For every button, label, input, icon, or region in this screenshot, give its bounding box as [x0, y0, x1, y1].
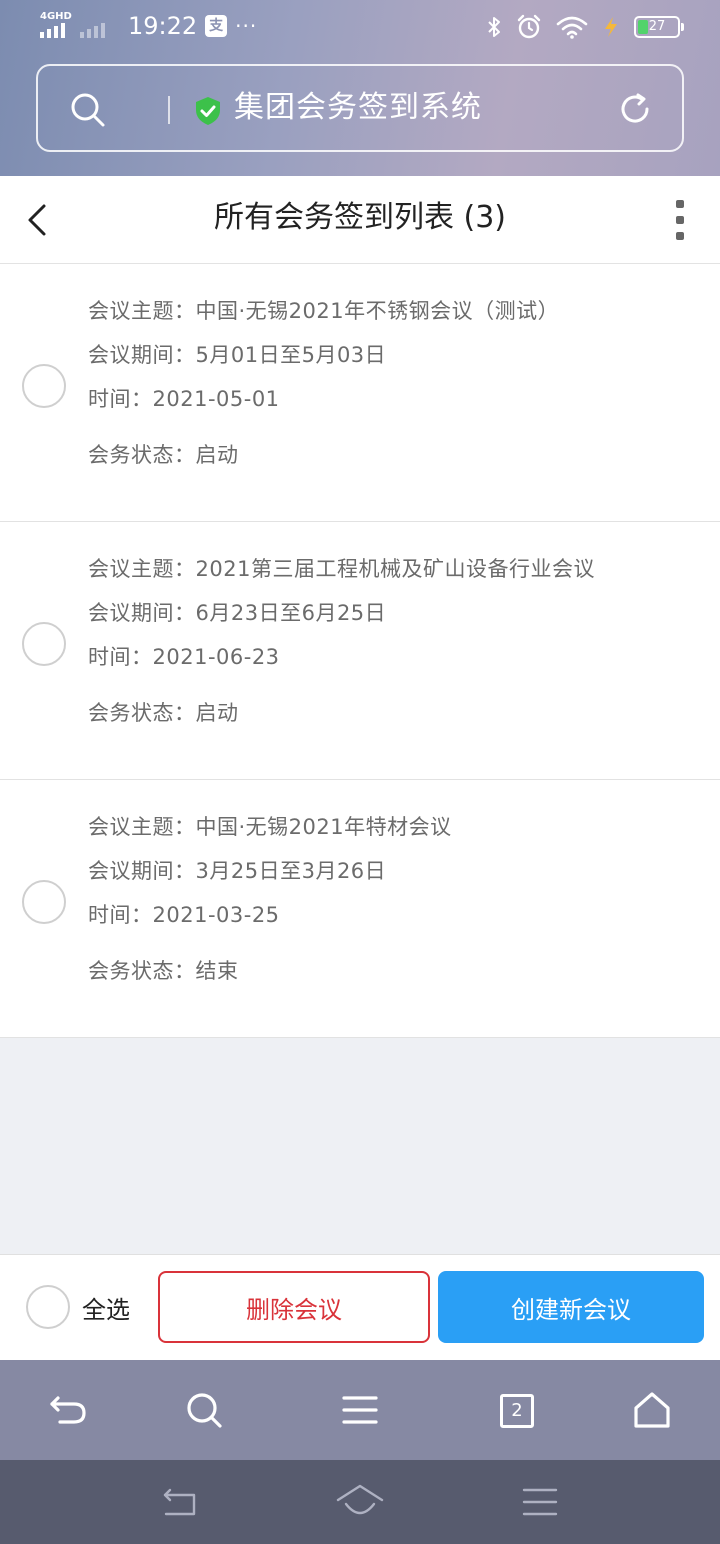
bluetooth-icon: [488, 17, 500, 37]
charging-icon: [605, 17, 617, 37]
system-home-icon[interactable]: [336, 1482, 384, 1522]
page-title: 所有会务签到列表 (3): [213, 200, 507, 235]
meeting-period: 会议期间：6月23日至6月25日: [88, 601, 387, 625]
secure-shield-icon: [196, 97, 220, 125]
status-right: 27: [486, 14, 684, 40]
browser-home-icon[interactable]: [630, 1388, 674, 1432]
select-all[interactable]: 全选: [26, 1285, 130, 1329]
browser-back-icon[interactable]: [46, 1388, 90, 1432]
search-icon[interactable]: [70, 92, 106, 128]
status-time: 19:22: [128, 12, 198, 40]
meeting-select-radio[interactable]: [22, 364, 66, 408]
system-nav-bar: [0, 1460, 720, 1544]
more-notifications-icon: ···: [235, 14, 258, 38]
battery-icon: 27: [634, 16, 684, 38]
meeting-time: 时间：2021-03-25: [88, 903, 280, 927]
meeting-period: 会议期间：5月01日至5月03日: [88, 343, 387, 367]
system-back-icon[interactable]: [160, 1482, 200, 1522]
signal-secondary-icon: [80, 12, 112, 40]
browser-top-area: 4GHD 19:22 支 ··· 27 集团会务签到系统: [0, 0, 720, 176]
browser-menu-icon[interactable]: [338, 1388, 382, 1432]
browser-toolbar: 2: [0, 1360, 720, 1460]
meeting-status: 会务状态：结束: [88, 959, 239, 983]
address-divider: [168, 96, 170, 124]
wifi-icon: [556, 16, 588, 39]
meeting-topic: 会议主题：中国·无锡2021年不锈钢会议（测试）: [88, 299, 560, 323]
meeting-item[interactable]: 会议主题：中国·无锡2021年特材会议 会议期间：3月25日至3月26日 时间：…: [0, 780, 720, 1038]
meeting-topic: 会议主题：中国·无锡2021年特材会议: [88, 815, 452, 839]
page-header: 所有会务签到列表 (3): [0, 176, 720, 264]
meeting-list: 会议主题：中国·无锡2021年不锈钢会议（测试） 会议期间：5月01日至5月03…: [0, 264, 720, 1038]
meeting-topic: 会议主题：2021第三届工程机械及矿山设备行业会议: [88, 557, 595, 581]
more-menu-button[interactable]: [674, 200, 686, 240]
action-bar: 全选 删除会议 创建新会议: [0, 1254, 720, 1360]
status-bar: 4GHD 19:22 支 ··· 27: [0, 0, 720, 56]
tab-count-button[interactable]: 2: [500, 1394, 534, 1428]
select-all-label[interactable]: 全选: [82, 1290, 130, 1325]
alipay-notification-icon: 支: [205, 15, 228, 37]
delete-meeting-button[interactable]: 删除会议: [158, 1271, 430, 1343]
meeting-item[interactable]: 会议主题：2021第三届工程机械及矿山设备行业会议 会议期间：6月23日至6月2…: [0, 522, 720, 780]
browser-search-icon[interactable]: [182, 1388, 226, 1432]
alarm-icon: [517, 14, 541, 39]
system-recents-icon[interactable]: [520, 1482, 560, 1522]
battery-level: 27: [648, 19, 666, 34]
select-all-radio[interactable]: [26, 1285, 70, 1329]
meeting-period: 会议期间：3月25日至3月26日: [88, 859, 387, 883]
meeting-time: 时间：2021-06-23: [88, 645, 280, 669]
address-bar[interactable]: 集团会务签到系统: [36, 64, 684, 152]
signal-4g-icon: 4GHD: [40, 12, 72, 40]
meeting-status: 会务状态：启动: [88, 443, 239, 467]
meeting-select-radio[interactable]: [22, 622, 66, 666]
meeting-time: 时间：2021-05-01: [88, 387, 280, 411]
status-left: 4GHD 19:22 支 ···: [40, 12, 257, 40]
refresh-icon[interactable]: [616, 90, 654, 128]
meeting-status: 会务状态：启动: [88, 701, 239, 725]
meeting-select-radio[interactable]: [22, 880, 66, 924]
site-title[interactable]: 集团会务签到系统: [234, 88, 482, 128]
meeting-item[interactable]: 会议主题：中国·无锡2021年不锈钢会议（测试） 会议期间：5月01日至5月03…: [0, 264, 720, 522]
create-meeting-button[interactable]: 创建新会议: [438, 1271, 704, 1343]
